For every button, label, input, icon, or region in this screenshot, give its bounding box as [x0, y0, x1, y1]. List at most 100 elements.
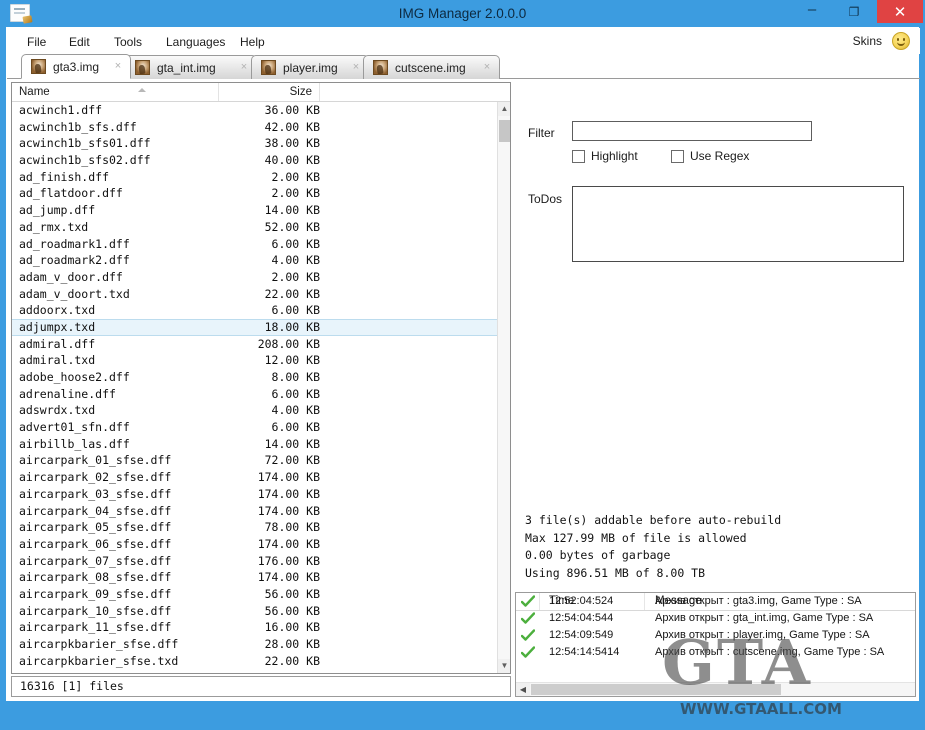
- file-name: aircarpark_03_sfse.dff: [19, 486, 172, 501]
- tab-gta-int-img[interactable]: gta_int.img ×: [125, 55, 257, 79]
- log-message: Архив открыт : cutscene.img, Game Type :…: [655, 646, 885, 658]
- scroll-up-icon[interactable]: ▲: [498, 102, 510, 116]
- file-row[interactable]: aircarpark_05_sfse.dff 78.00 KB: [12, 519, 498, 536]
- log-row[interactable]: 12:54:04:544 Архив открыт : gta_int.img, …: [516, 610, 915, 627]
- file-size: 6.00 KB: [271, 303, 320, 318]
- tab-player-img[interactable]: player.img ×: [251, 55, 369, 79]
- file-row[interactable]: adobe_hoose2.dff 8.00 KB: [12, 369, 498, 386]
- file-row[interactable]: aircarpark_04_sfse.dff 174.00 KB: [12, 503, 498, 520]
- file-row[interactable]: aircarpark_11_sfse.dff 16.00 KB: [12, 619, 498, 636]
- img-archive-icon: [135, 60, 150, 75]
- file-size: 174.00 KB: [257, 536, 320, 551]
- maximize-icon: ❐: [848, 5, 860, 19]
- file-row[interactable]: ad_finish.dff 2.00 KB: [12, 169, 498, 186]
- file-row[interactable]: aircarpark_07_sfse.dff 176.00 KB: [12, 553, 498, 570]
- file-name: ad_finish.dff: [19, 169, 110, 184]
- file-size: 2.00 KB: [271, 169, 320, 184]
- log-horizontal-scrollbar[interactable]: ◀: [516, 682, 915, 696]
- close-button[interactable]: ✕: [877, 0, 923, 23]
- file-row[interactable]: ad_jump.dff 14.00 KB: [12, 202, 498, 219]
- file-row[interactable]: ad_roadmark1.dff 6.00 KB: [12, 236, 498, 253]
- file-name: advert01_sfn.dff: [19, 420, 130, 435]
- tab-gta3-img[interactable]: gta3.img ×: [21, 54, 131, 79]
- file-row[interactable]: aircarpark_10_sfse.dff 56.00 KB: [12, 603, 498, 620]
- filter-input[interactable]: [572, 121, 812, 141]
- tab-close-icon[interactable]: ×: [350, 61, 362, 73]
- use-regex-checkbox-box[interactable]: [671, 150, 684, 163]
- file-row[interactable]: advert01_sfn.dff 6.00 KB: [12, 419, 498, 436]
- file-row[interactable]: ad_flatdoor.dff 2.00 KB: [12, 185, 498, 202]
- tab-close-icon[interactable]: ×: [112, 60, 124, 72]
- menu-item-edit[interactable]: Edit: [62, 33, 97, 51]
- scroll-down-icon[interactable]: ▼: [498, 659, 510, 673]
- skins-button[interactable]: Skins: [853, 34, 882, 48]
- file-row[interactable]: ad_roadmark2.dff 4.00 KB: [12, 252, 498, 269]
- log-row[interactable]: 12:52:04:524 Архив открыт : gta3.img, Gam…: [516, 593, 915, 610]
- file-row[interactable]: aircarpkbarier_sfse.dff 28.00 KB: [12, 636, 498, 653]
- file-row[interactable]: acwinch1b_sfs01.dff 38.00 KB: [12, 135, 498, 152]
- file-row[interactable]: acwinch1b_sfs02.dff 40.00 KB: [12, 152, 498, 169]
- file-size: 12.00 KB: [264, 353, 320, 368]
- maximize-button[interactable]: ❐: [833, 0, 875, 23]
- log-time: 12:54:14:5414: [549, 646, 620, 658]
- file-size: 2.00 KB: [271, 269, 320, 284]
- file-row[interactable]: aircarpkbarier_sfse.txd 22.00 KB: [12, 653, 498, 670]
- column-header-size[interactable]: Size: [220, 83, 320, 101]
- file-list-rows[interactable]: acwinch1.dff 36.00 KB acwinch1b_sfs.dff 42.…: [12, 102, 498, 673]
- file-row[interactable]: adam_v_doort.txd 22.00 KB: [12, 286, 498, 303]
- archive-info-text: 3 file(s) addable before auto-rebuild Max…: [525, 512, 915, 582]
- tab-close-icon[interactable]: ×: [481, 61, 493, 73]
- file-row[interactable]: acwinch1.dff 36.00 KB: [12, 102, 498, 119]
- file-row[interactable]: aircarpark_03_sfse.dff 174.00 KB: [12, 486, 498, 503]
- file-list-header: Name Size: [12, 83, 510, 102]
- minimize-button[interactable]: –: [791, 0, 833, 23]
- file-row[interactable]: admiral.dff 208.00 KB: [12, 336, 498, 353]
- highlight-checkbox-box[interactable]: [572, 150, 585, 163]
- tab-close-icon[interactable]: ×: [238, 61, 250, 73]
- file-row[interactable]: aircarpark_06_sfse.dff 174.00 KB: [12, 536, 498, 553]
- file-row[interactable]: airbillb_las.dff 14.00 KB: [12, 436, 498, 453]
- watermark-url: WWW.GTAALL.COM: [680, 700, 842, 718]
- log-row[interactable]: 12:54:09:549 Архив открыт : player.img, G…: [516, 627, 915, 644]
- file-row[interactable]: adjumpx.txd 18.00 KB: [12, 318, 498, 336]
- scrollbar-thumb[interactable]: [499, 120, 510, 142]
- file-row[interactable]: admiral.txd 12.00 KB: [12, 352, 498, 369]
- file-size: 176.00 KB: [257, 553, 320, 568]
- column-header-filler: [321, 83, 510, 101]
- todos-textarea[interactable]: [572, 186, 904, 262]
- ok-check-icon: [521, 646, 535, 659]
- smiley-face-icon[interactable]: [892, 32, 910, 50]
- img-archive-icon: [261, 60, 276, 75]
- app-window: IMG Manager 2.0.0.0 – ❐ ✕ File Edit Tools L…: [0, 0, 925, 718]
- file-row[interactable]: adswrdx.txd 4.00 KB: [12, 402, 498, 419]
- file-row[interactable]: aircarpark_08_sfse.dff 174.00 KB: [12, 569, 498, 586]
- title-bar: IMG Manager 2.0.0.0 – ❐ ✕: [0, 0, 925, 27]
- file-row[interactable]: acwinch1b_sfs.dff 42.00 KB: [12, 119, 498, 136]
- close-icon: ✕: [893, 4, 907, 21]
- file-name: airbillb_las.dff: [19, 436, 130, 451]
- file-row[interactable]: aircarpark_09_sfse.dff 56.00 KB: [12, 586, 498, 603]
- log-rows[interactable]: 12:52:04:524 Архив открыт : gta3.img, Gam…: [516, 593, 915, 661]
- file-row[interactable]: adrenaline.dff 6.00 KB: [12, 386, 498, 403]
- menu-item-languages[interactable]: Languages: [159, 33, 232, 51]
- file-row[interactable]: aircarpark_02_sfse.dff 174.00 KB: [12, 469, 498, 486]
- file-row[interactable]: adam_v_door.dff 2.00 KB: [12, 269, 498, 286]
- sort-ascending-icon: [138, 88, 146, 92]
- log-scrollbar-thumb[interactable]: [531, 684, 781, 695]
- scroll-left-icon[interactable]: ◀: [516, 683, 530, 696]
- file-list-vertical-scrollbar[interactable]: ▲ ▼: [497, 102, 510, 673]
- column-header-name[interactable]: Name: [12, 83, 219, 101]
- log-row[interactable]: 12:54:14:5414 Архив открыт : cutscene.img…: [516, 644, 915, 661]
- log-message: Архив открыт : gta3.img, Game Type : SA: [655, 595, 862, 607]
- tab-cutscene-img[interactable]: cutscene.img ×: [363, 55, 500, 79]
- file-row[interactable]: addoorx.txd 6.00 KB: [12, 302, 498, 319]
- menu-item-tools[interactable]: Tools: [107, 33, 149, 51]
- archive-info-line: Using 896.51 MB of 8.00 TB: [525, 565, 706, 580]
- file-size: 78.00 KB: [264, 520, 320, 535]
- file-row[interactable]: aircarpark_01_sfse.dff 72.00 KB: [12, 452, 498, 469]
- menu-item-file[interactable]: File: [20, 33, 53, 51]
- img-archive-icon: [31, 59, 46, 74]
- file-row[interactable]: ad_rmx.txd 52.00 KB: [12, 219, 498, 236]
- menu-item-help[interactable]: Help: [233, 33, 272, 51]
- file-name: adrenaline.dff: [19, 386, 116, 401]
